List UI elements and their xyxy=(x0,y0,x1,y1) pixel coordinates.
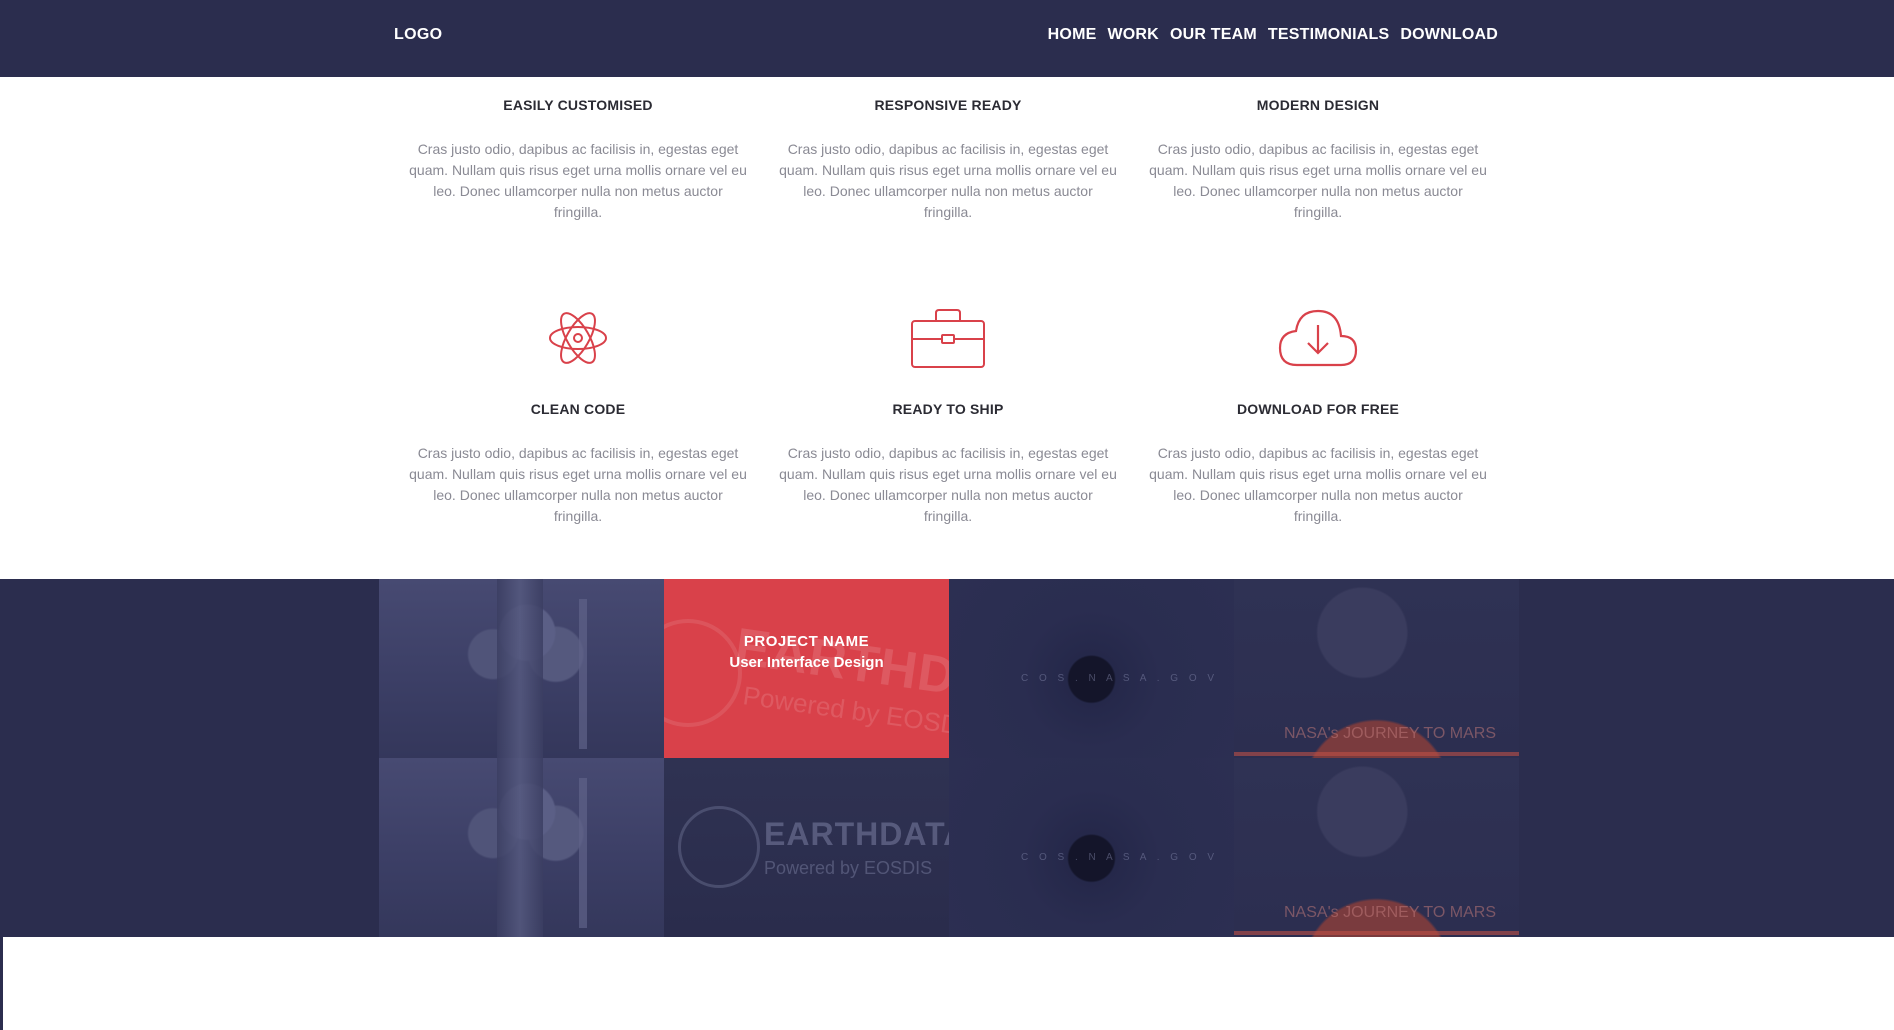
portfolio-tile-earthdata-hover[interactable]: EARTHDATA Powered by EOSDIS PROJECT NAME… xyxy=(664,579,949,758)
feature-clean-code: CLEAN CODE Cras justo odio, dapibus ac f… xyxy=(408,303,748,527)
project-name: PROJECT NAME xyxy=(743,632,870,650)
feature-text: Cras justo odio, dapibus ac facilisis in… xyxy=(409,445,747,524)
tile-bg-text: EARTHDATA xyxy=(764,816,949,852)
nav-work[interactable]: WORK xyxy=(1107,26,1158,44)
portfolio-tile-astronaut[interactable]: NASA's JOURNEY TO MARS xyxy=(1234,758,1519,937)
portfolio-tile-rocket[interactable] xyxy=(379,758,664,937)
tile-bg-text: C O S . N A S A . G O V xyxy=(1021,852,1219,863)
feature-text: Cras justo odio, dapibus ac facilisis in… xyxy=(779,445,1117,524)
project-category: User Interface Design xyxy=(729,653,884,671)
tile-decoration xyxy=(497,758,543,937)
portfolio-tile-rocket[interactable] xyxy=(379,579,664,758)
feature-title: READY TO SHIP xyxy=(892,401,1004,417)
feature-text: Cras justo odio, dapibus ac facilisis in… xyxy=(409,141,747,220)
feature-title: DOWNLOAD FOR FREE xyxy=(1236,401,1400,417)
feature-title: EASILY CUSTOMISED xyxy=(503,97,653,113)
feature-download-for-free: DOWNLOAD FOR FREE Cras justo odio, dapib… xyxy=(1148,303,1488,527)
feature-easily-customised: EASILY CUSTOMISED Cras justo odio, dapib… xyxy=(408,97,748,223)
tile-bg-text: C O S . N A S A . G O V xyxy=(1021,673,1219,684)
nav-testimonials[interactable]: TESTIMONIALS xyxy=(1268,26,1390,44)
portfolio-tile-cosmic[interactable]: C O S . N A S A . G O V xyxy=(949,758,1234,937)
nav-download[interactable]: DOWNLOAD xyxy=(1400,26,1498,44)
nasa-logo-icon xyxy=(664,619,742,727)
cloud-download-icon xyxy=(1148,303,1488,373)
tile-decoration xyxy=(1234,752,1519,756)
feature-title: MODERN DESIGN xyxy=(1256,97,1380,113)
feature-text: Cras justo odio, dapibus ac facilisis in… xyxy=(1149,141,1487,220)
atom-icon xyxy=(408,303,748,373)
feature-responsive-ready: RESPONSIVE READY Cras justo odio, dapibu… xyxy=(778,97,1118,223)
logo[interactable]: LOGO xyxy=(394,26,442,44)
portfolio-section: EARTHDATA Powered by EOSDIS PROJECT NAME… xyxy=(0,579,1894,937)
portfolio-grid: EARTHDATA Powered by EOSDIS PROJECT NAME… xyxy=(379,579,1519,937)
portfolio-tile-astronaut[interactable]: NASA's JOURNEY TO MARS xyxy=(1234,579,1519,758)
feature-text: Cras justo odio, dapibus ac facilisis in… xyxy=(779,141,1117,220)
briefcase-icon xyxy=(778,303,1118,373)
feature-ready-to-ship: READY TO SHIP Cras justo odio, dapibus a… xyxy=(778,303,1118,527)
tile-bg-subtext: Powered by EOSDIS xyxy=(764,858,933,878)
edge-divider xyxy=(0,937,3,1030)
nasa-logo-icon xyxy=(678,806,760,888)
portfolio-tile-earthdata[interactable]: EARTHDATA Powered by EOSDIS xyxy=(664,758,949,937)
nav-home[interactable]: HOME xyxy=(1048,26,1097,44)
tile-bg-text: NASA's JOURNEY TO MARS xyxy=(1284,904,1496,921)
feature-text: Cras justo odio, dapibus ac facilisis in… xyxy=(1149,445,1487,524)
portfolio-tile-cosmic[interactable]: C O S . N A S A . G O V xyxy=(949,579,1234,758)
feature-title: RESPONSIVE READY xyxy=(874,97,1022,113)
tile-decoration xyxy=(497,579,543,758)
feature-title: CLEAN CODE xyxy=(530,401,626,417)
tile-bg-text: NASA's JOURNEY TO MARS xyxy=(1284,725,1496,742)
tile-decoration xyxy=(579,778,587,928)
feature-modern-design: MODERN DESIGN Cras justo odio, dapibus a… xyxy=(1148,97,1488,223)
features-section: EASILY CUSTOMISED Cras justo odio, dapib… xyxy=(0,77,1894,579)
site-header: LOGO HOME WORK OUR TEAM TESTIMONIALS DOW… xyxy=(0,0,1894,77)
tile-decoration xyxy=(1234,931,1519,935)
tile-decoration xyxy=(579,599,587,749)
nav-our-team[interactable]: OUR TEAM xyxy=(1170,26,1257,44)
main-nav: HOME WORK OUR TEAM TESTIMONIALS DOWNLOAD xyxy=(1048,26,1498,44)
